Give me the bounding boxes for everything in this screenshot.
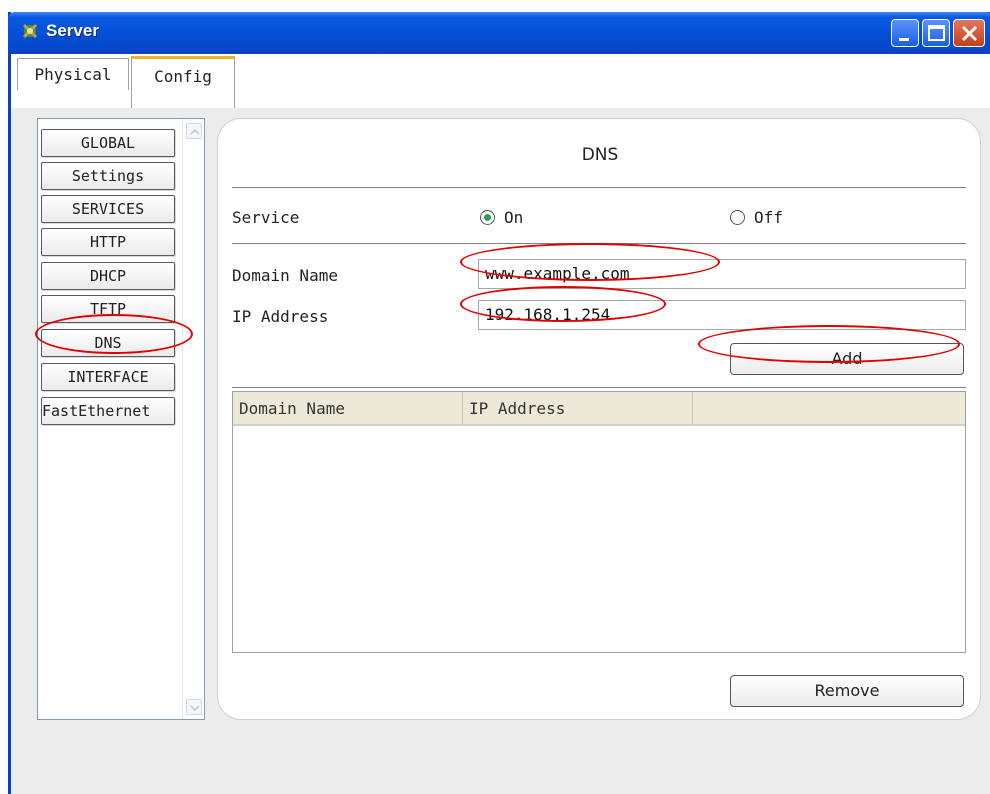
tab-bar: Physical Config (11, 54, 990, 110)
sidebar-item-http[interactable]: HTTP (41, 228, 175, 256)
minimize-button[interactable] (891, 19, 919, 47)
scroll-up-button[interactable] (186, 123, 202, 139)
table-header: Domain Name IP Address (233, 392, 965, 426)
ip-address-label: IP Address (232, 307, 329, 326)
service-off-radio[interactable] (730, 210, 745, 225)
divider (232, 243, 966, 244)
sidebar-scrollbar[interactable] (182, 119, 204, 719)
sidebar-item-dns[interactable]: DNS (41, 329, 175, 357)
minimize-icon (899, 38, 909, 41)
server-window: Server Physical Config GLOBAL Settings S… (8, 12, 990, 794)
sidebar-item-dhcp[interactable]: DHCP (41, 262, 175, 290)
sidebar-item-services[interactable]: SERVICES (41, 195, 175, 223)
remove-button[interactable]: Remove (730, 675, 964, 707)
chevron-up-icon (190, 128, 200, 135)
sidebar-item-fastethernet[interactable]: FastEthernet (41, 397, 175, 425)
sidebar-item-global[interactable]: GLOBAL (41, 129, 175, 157)
service-on-label[interactable]: On (504, 208, 523, 227)
divider (232, 387, 966, 388)
panel-title: DNS (581, 145, 619, 165)
title-bar[interactable]: Server (8, 12, 990, 54)
service-off-label[interactable]: Off (754, 208, 783, 227)
ip-address-input[interactable]: 192.168.1.254 (478, 300, 966, 330)
sidebar-item-settings[interactable]: Settings (41, 162, 175, 190)
column-header-empty (693, 392, 965, 426)
close-button[interactable] (953, 19, 985, 47)
column-header-domain-name[interactable]: Domain Name (233, 392, 463, 426)
server-icon (22, 23, 38, 39)
dns-panel: DNS Service On Off Domain Name www.examp… (217, 118, 981, 720)
tab-config[interactable]: Config (131, 56, 235, 108)
maximize-icon (928, 25, 945, 41)
close-icon (961, 25, 978, 42)
domain-name-label: Domain Name (232, 266, 338, 285)
config-sidebar: GLOBAL Settings SERVICES HTTP DHCP TFTP … (37, 118, 205, 720)
maximize-button[interactable] (922, 19, 950, 47)
window-title: Server (46, 21, 99, 40)
sidebar-item-interface[interactable]: INTERFACE (41, 363, 175, 391)
divider (232, 187, 966, 188)
domain-name-input[interactable]: www.example.com (478, 259, 966, 289)
config-content: GLOBAL Settings SERVICES HTTP DHCP TFTP … (11, 108, 990, 794)
tab-physical[interactable]: Physical (17, 58, 129, 90)
sidebar-item-tftp[interactable]: TFTP (41, 295, 175, 323)
dns-records-table: Domain Name IP Address (232, 391, 966, 653)
chevron-down-icon (190, 705, 200, 712)
service-on-radio[interactable] (480, 210, 495, 225)
add-button[interactable]: Add (730, 343, 964, 375)
scroll-down-button[interactable] (186, 699, 202, 715)
service-label: Service (232, 208, 300, 227)
column-header-ip-address[interactable]: IP Address (463, 392, 693, 426)
